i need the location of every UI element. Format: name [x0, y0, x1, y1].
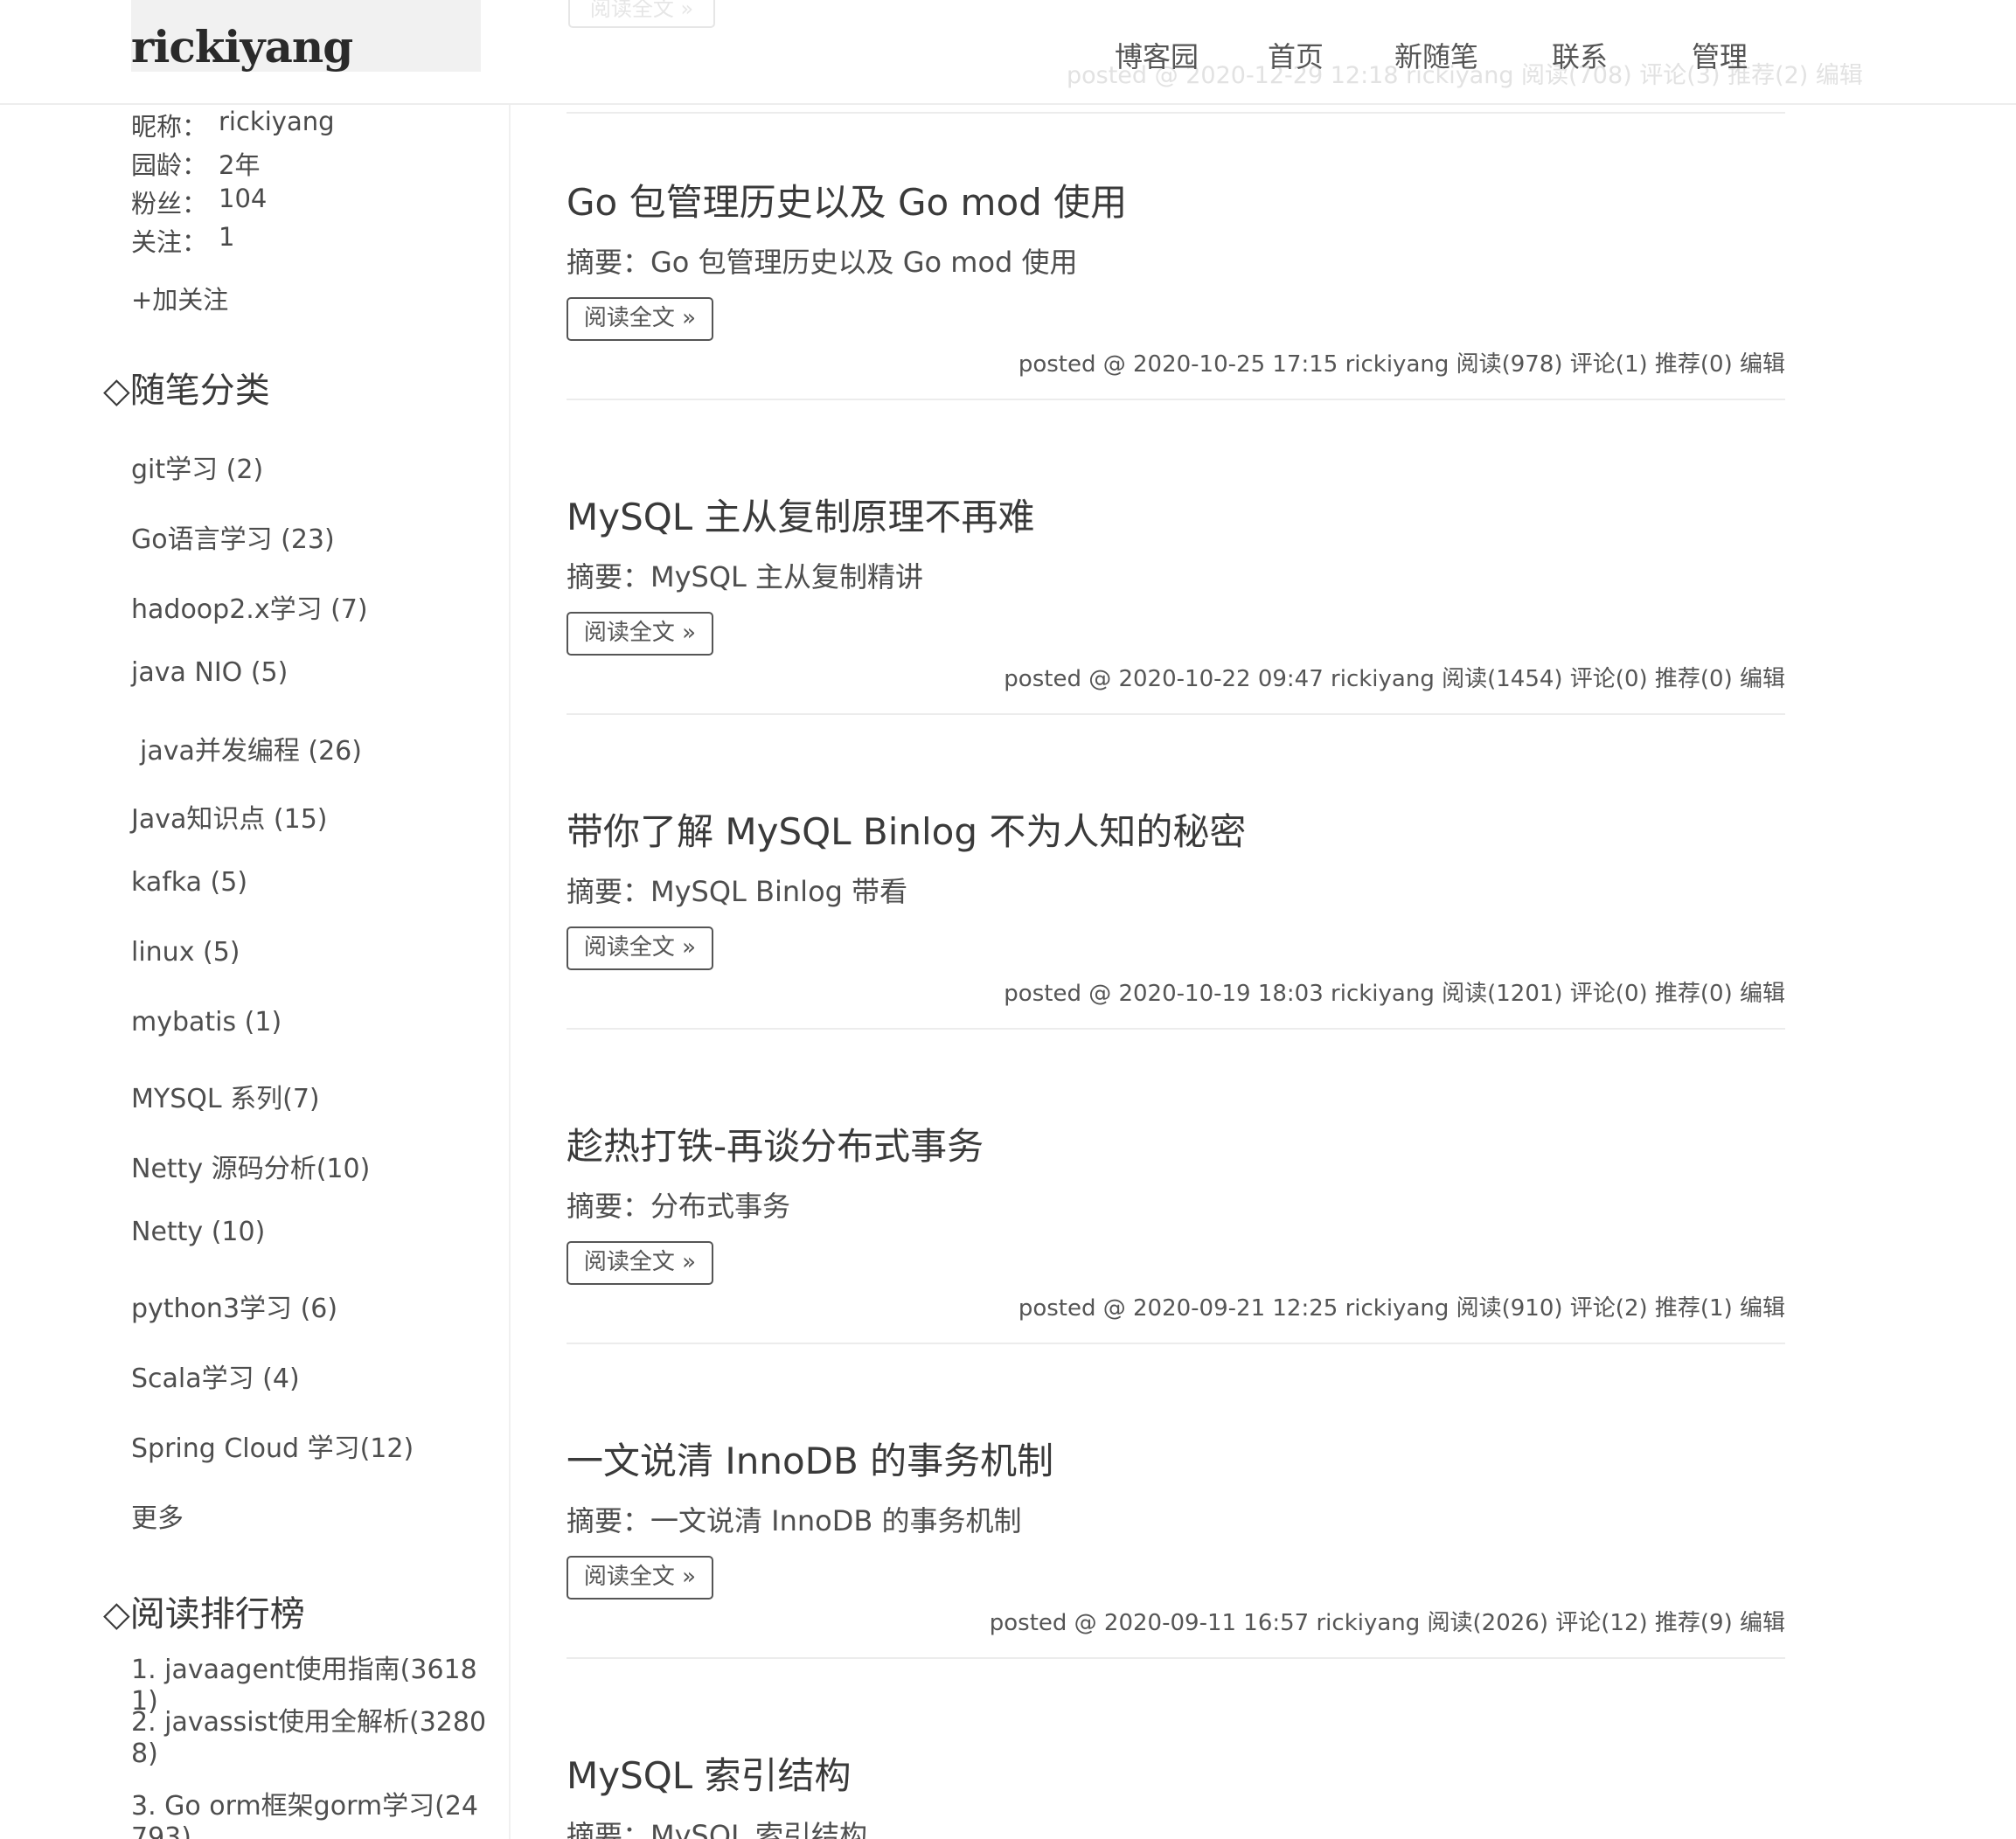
category-item[interactable]: java并发编程 (26): [140, 729, 362, 767]
category-item[interactable]: kafka (5): [131, 867, 247, 898]
post-summary: 摘要：分布式事务: [567, 1190, 791, 1223]
post-separator: [567, 112, 1785, 114]
post-summary: 摘要：MySQL 主从复制精讲: [567, 560, 924, 593]
sidebar-divider: [509, 105, 511, 1839]
post-title[interactable]: Go 包管理历史以及 Go mod 使用: [567, 173, 1127, 226]
nav-home[interactable]: 首页: [1268, 35, 1324, 75]
profile-label: 关注：: [131, 227, 208, 257]
profile-label: 粉丝：: [131, 189, 208, 219]
category-more-link[interactable]: 更多: [131, 1496, 184, 1535]
category-item[interactable]: Java知识点 (15): [131, 797, 328, 836]
post-summary: 摘要：Go 包管理历史以及 Go mod 使用: [567, 246, 1078, 279]
blog-logo[interactable]: rickiyang: [131, 21, 353, 73]
profile-value[interactable]: 104: [219, 184, 267, 213]
read-more-button[interactable]: 阅读全文 »: [567, 612, 713, 656]
category-item[interactable]: mybatis (1): [131, 1007, 282, 1037]
ranking-item[interactable]: 2. javassist使用全解析(32808): [131, 1707, 490, 1770]
category-item[interactable]: hadoop2.x学习 (7): [131, 587, 368, 626]
post-separator: [567, 1343, 1785, 1344]
category-item[interactable]: Spring Cloud 学习(12): [131, 1426, 414, 1465]
post-title[interactable]: MySQL 索引结构: [567, 1746, 852, 1800]
post-meta: posted @ 2020-09-21 12:25 rickiyang 阅读(9…: [1018, 1295, 1785, 1322]
profile-label: 昵称：: [131, 112, 208, 142]
ranking-heading: ◇阅读排行榜: [103, 1594, 305, 1634]
post-separator: [567, 713, 1785, 715]
profile-age: 园龄： 2年: [131, 145, 260, 182]
post-meta: posted @ 2020-09-11 16:57 rickiyang 阅读(2…: [989, 1610, 1785, 1636]
profile-following: 关注： 1: [131, 222, 234, 259]
read-more-button[interactable]: 阅读全文 »: [567, 1556, 713, 1600]
category-item[interactable]: python3学习 (6): [131, 1287, 337, 1325]
category-item[interactable]: git学习 (2): [131, 448, 263, 486]
nav-new-post[interactable]: 新随笔: [1394, 35, 1478, 75]
categories-heading: ◇随笔分类: [103, 371, 270, 411]
profile-value[interactable]: 2年: [219, 145, 260, 182]
post-title[interactable]: 一文说清 InnoDB 的事务机制: [567, 1432, 1053, 1485]
post-summary: 摘要：MySQL Binlog 带看: [567, 875, 908, 908]
nav-contact[interactable]: 联系: [1552, 35, 1608, 75]
category-item[interactable]: Netty 源码分析(10): [131, 1147, 370, 1185]
follow-button[interactable]: +加关注: [131, 280, 228, 316]
category-item[interactable]: MYSQL 系列(7): [131, 1077, 320, 1115]
profile-nickname: 昵称： rickiyang: [131, 107, 335, 143]
scrolled-read-more-button[interactable]: 阅读全文 »: [568, 0, 715, 28]
read-more-button[interactable]: 阅读全文 »: [567, 297, 713, 341]
nav-cnblogs[interactable]: 博客园: [1115, 35, 1199, 75]
post-title[interactable]: 带你了解 MySQL Binlog 不为人知的秘密: [567, 802, 1246, 856]
post-meta: posted @ 2020-10-25 17:15 rickiyang 阅读(9…: [1018, 351, 1785, 378]
category-item[interactable]: Netty (10): [131, 1217, 265, 1247]
read-more-button[interactable]: 阅读全文 »: [567, 1241, 713, 1285]
post-summary: 摘要：MySQL 索引结构: [567, 1819, 868, 1839]
nav-admin[interactable]: 管理: [1692, 35, 1748, 75]
profile-value[interactable]: 1: [219, 222, 234, 252]
post-meta: posted @ 2020-10-22 09:47 rickiyang 阅读(1…: [1004, 666, 1785, 692]
post-separator: [567, 399, 1785, 400]
post-title[interactable]: MySQL 主从复制原理不再难: [567, 488, 1035, 541]
profile-label: 园龄：: [131, 150, 208, 180]
category-item[interactable]: java NIO (5): [131, 657, 288, 688]
category-item[interactable]: Scala学习 (4): [131, 1357, 300, 1395]
category-item[interactable]: linux (5): [131, 937, 240, 968]
post-summary: 摘要：一文说清 InnoDB 的事务机制: [567, 1504, 1022, 1537]
post-separator: [567, 1657, 1785, 1659]
site-header: posted @ 2020-12-29 12:18 rickiyang 阅读(7…: [0, 0, 2016, 105]
post-title[interactable]: 趁热打铁-再谈分布式事务: [567, 1117, 984, 1170]
read-more-button[interactable]: 阅读全文 »: [567, 926, 713, 970]
ranking-item[interactable]: 3. Go orm框架gorm学习(24793): [131, 1791, 490, 1839]
profile-value[interactable]: rickiyang: [219, 107, 335, 136]
category-item[interactable]: Go语言学习 (23): [131, 517, 335, 556]
post-meta: posted @ 2020-10-19 18:03 rickiyang 阅读(1…: [1004, 981, 1785, 1007]
post-separator: [567, 1028, 1785, 1030]
profile-followers: 粉丝： 104: [131, 184, 267, 220]
